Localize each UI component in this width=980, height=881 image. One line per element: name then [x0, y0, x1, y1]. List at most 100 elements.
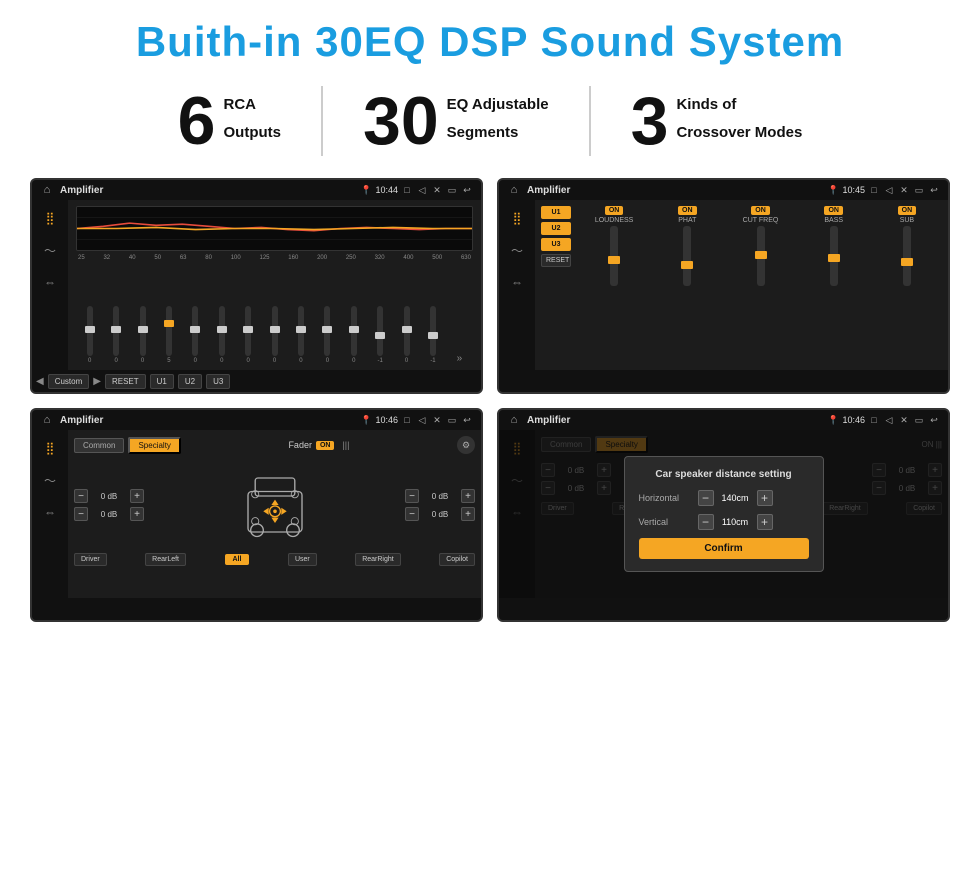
eq-slider-14[interactable]: -1	[421, 306, 444, 364]
back-icon[interactable]: ↩	[461, 184, 473, 196]
freq-250: 250	[346, 255, 356, 261]
vertical-minus[interactable]: −	[698, 514, 714, 530]
eq-u3-btn[interactable]: U3	[206, 374, 230, 389]
eq-reset-btn[interactable]: RESET	[105, 374, 146, 389]
eq-sidebar-icon-1[interactable]: ⣿	[38, 208, 62, 228]
horizontal-minus[interactable]: −	[698, 490, 714, 506]
amp-status-icons: 📍 10:45 □ ◁ ✕ ▭ ↩	[827, 184, 940, 196]
window-icon: ▭	[446, 184, 458, 196]
eq-slider-6[interactable]: 0	[210, 306, 233, 364]
btn-common[interactable]: Common	[74, 438, 124, 453]
eq-u2-btn[interactable]: U2	[178, 374, 202, 389]
eq-slider-10[interactable]: 0	[316, 306, 339, 364]
rr-minus[interactable]: −	[405, 507, 419, 521]
sub-slider[interactable]	[903, 226, 911, 286]
close-icon: ✕	[431, 184, 443, 196]
eq-sidebar-icon-2[interactable]: 〜	[38, 240, 62, 260]
preset-u3[interactable]: U3	[541, 238, 571, 251]
horizontal-plus[interactable]: +	[757, 490, 773, 506]
fader-sidebar-icon-3[interactable]: ⇔	[38, 502, 62, 522]
amp-sidebar-icon-1[interactable]: ⣿	[505, 208, 529, 228]
dialog-back-icon[interactable]: ↩	[928, 414, 940, 426]
rl-plus[interactable]: +	[130, 507, 144, 521]
fader-back-icon[interactable]: ↩	[461, 414, 473, 426]
fader-on-toggle[interactable]: ON	[316, 441, 335, 450]
cutfreq-toggle[interactable]: ON	[751, 206, 770, 215]
eq-slider-11[interactable]: 0	[342, 306, 365, 364]
cutfreq-slider[interactable]	[757, 226, 765, 286]
stat-rca: 6 RCA Outputs	[138, 87, 321, 155]
btn-specialty[interactable]: Specialty	[128, 437, 180, 454]
eq-next[interactable]: ▶	[93, 376, 101, 387]
eq-slider-1[interactable]: 0	[78, 306, 101, 364]
amp-time: 10:45	[842, 185, 865, 195]
amp-sidebar: ⣿ 〜 ⇔	[499, 200, 535, 370]
fr-minus[interactable]: −	[405, 489, 419, 503]
eq-slider-3[interactable]: 0	[131, 306, 154, 364]
loudness-toggle[interactable]: ON	[605, 206, 624, 215]
amp-sidebar-icon-3[interactable]: ⇔	[505, 272, 529, 292]
eq-slider-4[interactable]: 5	[157, 306, 180, 364]
phat-toggle[interactable]: ON	[678, 206, 697, 215]
amp-status-title: Amplifier	[527, 185, 821, 196]
amp-loc-icon: 📍	[827, 184, 839, 196]
freq-32: 32	[103, 255, 110, 261]
fader-sidebar-icon-2[interactable]: 〜	[38, 470, 62, 490]
eq-slider-12[interactable]: -1	[368, 306, 391, 364]
stat-number-crossover: 3	[631, 87, 669, 155]
eq-sidebar-icon-3[interactable]: ⇔	[38, 272, 62, 292]
all-btn[interactable]: All	[225, 554, 250, 565]
rearleft-btn[interactable]: RearLeft	[145, 553, 186, 566]
eq-slider-7[interactable]: 0	[236, 306, 259, 364]
stat-label-eq-2: Segments	[447, 123, 549, 143]
amp-reset[interactable]: RESET	[541, 254, 571, 267]
vertical-plus[interactable]: +	[757, 514, 773, 530]
amp-back-icon[interactable]: ↩	[928, 184, 940, 196]
driver-btn[interactable]: Driver	[74, 553, 107, 566]
confirm-button[interactable]: Confirm	[639, 538, 809, 559]
eq-graph[interactable]	[76, 206, 473, 251]
fader-home-icon[interactable]: ⌂	[40, 413, 54, 427]
user-btn[interactable]: User	[288, 553, 317, 566]
fl-plus[interactable]: +	[130, 489, 144, 503]
fr-plus[interactable]: +	[461, 489, 475, 503]
freq-40: 40	[129, 255, 136, 261]
eq-sliders: 0 0 0 5	[76, 265, 473, 364]
eq-u1-btn[interactable]: U1	[150, 374, 174, 389]
preset-u2[interactable]: U2	[541, 222, 571, 235]
home-icon[interactable]: ⌂	[40, 183, 54, 197]
sub-control: ON SUB	[872, 206, 942, 286]
horizontal-label: Horizontal	[639, 493, 694, 503]
eq-prev[interactable]: ◀	[36, 376, 44, 387]
rearright-btn[interactable]: RearRight	[355, 553, 401, 566]
freq-63: 63	[180, 255, 187, 261]
eq-custom-btn[interactable]: Custom	[48, 374, 90, 389]
sub-label: SUB	[900, 217, 914, 224]
screens-grid: ⌂ Amplifier 📍 10:44 □ ◁ ✕ ▭ ↩ ⣿ 〜 ⇔	[30, 178, 950, 622]
eq-slider-9[interactable]: 0	[289, 306, 312, 364]
rr-plus[interactable]: +	[461, 507, 475, 521]
bass-toggle[interactable]: ON	[824, 206, 843, 215]
eq-slider-13[interactable]: 0	[395, 306, 418, 364]
phat-label: PHAT	[678, 217, 696, 224]
eq-slider-2[interactable]: 0	[104, 306, 127, 364]
fl-minus[interactable]: −	[74, 489, 88, 503]
stat-label-rca-1: RCA	[224, 95, 282, 115]
rl-minus[interactable]: −	[74, 507, 88, 521]
fader-settings-icon[interactable]: ⚙	[457, 436, 475, 454]
fader-status-title: Amplifier	[60, 415, 354, 426]
loudness-slider[interactable]	[610, 226, 618, 286]
preset-u1[interactable]: U1	[541, 206, 571, 219]
eq-slider-5[interactable]: 0	[184, 306, 207, 364]
eq-slider-expand[interactable]: »	[448, 353, 471, 364]
copilot-btn[interactable]: Copilot	[439, 553, 475, 566]
home-icon-2[interactable]: ⌂	[507, 183, 521, 197]
dialog-home-icon[interactable]: ⌂	[507, 413, 521, 427]
amp-sidebar-icon-2[interactable]: 〜	[505, 240, 529, 260]
eq-slider-8[interactable]: 0	[263, 306, 286, 364]
camera-icon: □	[401, 184, 413, 196]
fader-sidebar-icon-1[interactable]: ⣿	[38, 438, 62, 458]
sub-toggle[interactable]: ON	[898, 206, 917, 215]
bass-slider[interactable]	[830, 226, 838, 286]
phat-slider[interactable]	[683, 226, 691, 286]
